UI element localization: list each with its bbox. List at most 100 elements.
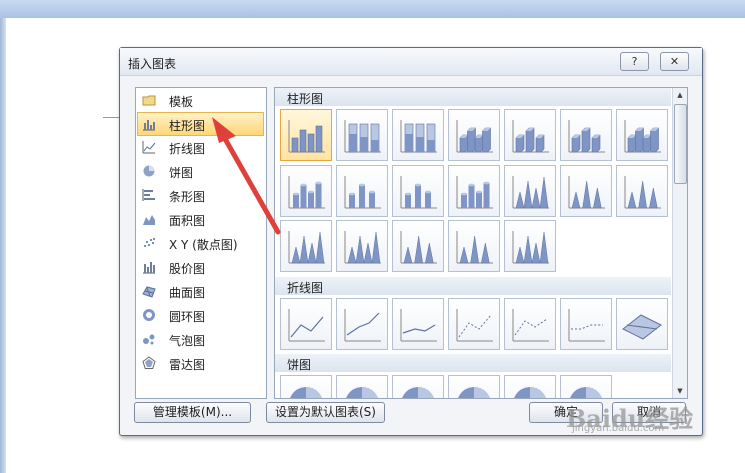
- dialog-titlebar: 插入图表 ? ✕: [120, 48, 702, 76]
- scroll-up-icon[interactable]: ▲: [673, 88, 687, 102]
- category-label: 曲面图: [169, 286, 206, 300]
- category-label: 股价图: [169, 262, 206, 276]
- category-label: 雷达图: [169, 358, 206, 372]
- surface-chart-icon: [142, 286, 156, 298]
- chart-subtype-thumbnail[interactable]: [448, 298, 500, 350]
- category-bar[interactable]: 条形图: [138, 184, 264, 206]
- chart-preview-icon: [456, 309, 493, 342]
- category-area[interactable]: 面积图: [138, 208, 264, 230]
- chart-preview-icon: [568, 309, 605, 342]
- chart-subtype-thumbnail[interactable]: [448, 220, 500, 272]
- chart-preview-icon: [288, 176, 325, 209]
- chart-subtype-thumbnail[interactable]: [280, 165, 332, 217]
- line-chart-icon: [142, 141, 156, 154]
- chart-subtype-thumbnail[interactable]: [392, 298, 444, 350]
- chart-subtype-thumbnail[interactable]: [504, 298, 556, 350]
- category-pie[interactable]: 饼图: [138, 160, 264, 182]
- chart-subtype-thumbnail[interactable]: [336, 375, 388, 398]
- section-header-column: 柱形图: [275, 88, 671, 106]
- chart-subtype-thumbnail[interactable]: [280, 220, 332, 272]
- category-surface[interactable]: 曲面图: [138, 280, 264, 302]
- help-button[interactable]: ?: [620, 52, 649, 71]
- chart-preview-icon: [568, 176, 605, 209]
- doughnut-chart-icon: [143, 309, 155, 321]
- category-label: 条形图: [169, 190, 206, 204]
- chart-preview-icon: [512, 176, 549, 209]
- category-radar[interactable]: 雷达图: [138, 352, 264, 374]
- chart-subtype-thumbnail[interactable]: [560, 109, 612, 161]
- chart-preview-icon: [400, 309, 437, 342]
- chart-subtype-thumbnail[interactable]: [336, 109, 388, 161]
- chart-subtype-thumbnail[interactable]: [504, 165, 556, 217]
- insert-chart-dialog: 插入图表 ? ✕ 模板 柱形图 折线图 饼图 条形图 面积图 X Y (散点图)…: [119, 47, 703, 436]
- folder-icon: [142, 95, 156, 106]
- category-label: X Y (散点图): [169, 238, 238, 252]
- gallery-scrollbar[interactable]: ▲ ▼: [672, 88, 687, 398]
- chart-preview-icon: [344, 120, 381, 153]
- category-line[interactable]: 折线图: [138, 136, 264, 158]
- chart-subtype-thumbnail[interactable]: [336, 165, 388, 217]
- chart-preview-icon: [456, 120, 493, 153]
- chart-preview-icon: [400, 231, 437, 264]
- category-label: 饼图: [169, 166, 194, 180]
- pie-chart-icon: [143, 165, 155, 177]
- chart-subtype-thumbnail[interactable]: [504, 109, 556, 161]
- chart-subtype-thumbnail[interactable]: [616, 109, 668, 161]
- chart-preview-icon: [400, 120, 437, 153]
- chart-preview-icon: [512, 309, 549, 342]
- column-chart-icon: [143, 120, 155, 131]
- section-title: 饼图: [287, 358, 312, 372]
- chart-subtype-thumbnail[interactable]: [448, 375, 500, 398]
- chart-preview-icon: [346, 387, 378, 398]
- chart-preview-icon: [512, 231, 549, 264]
- scroll-down-icon[interactable]: ▼: [673, 384, 687, 398]
- chart-preview-icon: [402, 387, 434, 398]
- chart-subtype-thumbnail[interactable]: [560, 375, 612, 398]
- radar-chart-icon: [142, 356, 156, 369]
- chart-subtype-thumbnail[interactable]: [448, 109, 500, 161]
- chart-subtype-thumbnail[interactable]: [280, 375, 332, 398]
- chart-subtype-thumbnail[interactable]: [616, 298, 668, 350]
- dialog-title: 插入图表: [128, 57, 177, 71]
- section-header-pie: 饼图: [275, 354, 671, 372]
- category-label: 折线图: [169, 142, 206, 156]
- section-title: 柱形图: [287, 92, 324, 106]
- chart-preview-icon: [570, 387, 602, 398]
- scatter-chart-icon: [144, 238, 155, 247]
- category-scatter[interactable]: X Y (散点图): [138, 232, 264, 254]
- manage-templates-button[interactable]: 管理模板(M)...: [134, 402, 251, 423]
- chart-category-list: 模板 柱形图 折线图 饼图 条形图 面积图 X Y (散点图) 股价图 曲面图 …: [135, 87, 267, 399]
- chart-subtype-thumbnail[interactable]: [280, 109, 332, 161]
- chart-subtype-thumbnail[interactable]: [392, 220, 444, 272]
- chart-subtype-thumbnail[interactable]: [616, 165, 668, 217]
- chart-subtype-thumbnail[interactable]: [560, 298, 612, 350]
- category-column[interactable]: 柱形图: [137, 112, 264, 136]
- chart-subtype-thumbnail[interactable]: [336, 220, 388, 272]
- category-stock[interactable]: 股价图: [138, 256, 264, 278]
- chart-preview-icon: [622, 314, 662, 340]
- category-bubble[interactable]: 气泡图: [138, 328, 264, 350]
- category-templates[interactable]: 模板: [138, 89, 264, 111]
- chart-subtype-thumbnail[interactable]: [280, 298, 332, 350]
- category-label: 柱形图: [169, 119, 206, 133]
- scroll-thumb[interactable]: [674, 104, 687, 184]
- chart-preview-icon: [344, 176, 381, 209]
- chart-subtype-thumbnail[interactable]: [336, 298, 388, 350]
- window-title-strip: [0, 0, 745, 18]
- chart-subtype-thumbnail[interactable]: [560, 165, 612, 217]
- set-default-chart-button[interactable]: 设置为默认图表(S): [266, 402, 385, 423]
- chart-subtype-thumbnail[interactable]: [392, 165, 444, 217]
- category-doughnut[interactable]: 圆环图: [138, 304, 264, 326]
- chart-subtype-thumbnail[interactable]: [392, 375, 444, 398]
- chart-subtype-thumbnail[interactable]: [504, 220, 556, 272]
- chart-subtype-thumbnail[interactable]: [448, 165, 500, 217]
- area-chart-icon: [143, 215, 155, 225]
- chart-preview-icon: [456, 231, 493, 264]
- chart-preview-icon: [624, 120, 661, 153]
- chart-subtype-thumbnail[interactable]: [504, 375, 556, 398]
- section-title: 折线图: [287, 281, 324, 295]
- close-button[interactable]: ✕: [660, 52, 689, 71]
- chart-subtype-thumbnail[interactable]: [392, 109, 444, 161]
- stock-chart-icon: [143, 262, 155, 274]
- chart-preview-icon: [344, 231, 381, 264]
